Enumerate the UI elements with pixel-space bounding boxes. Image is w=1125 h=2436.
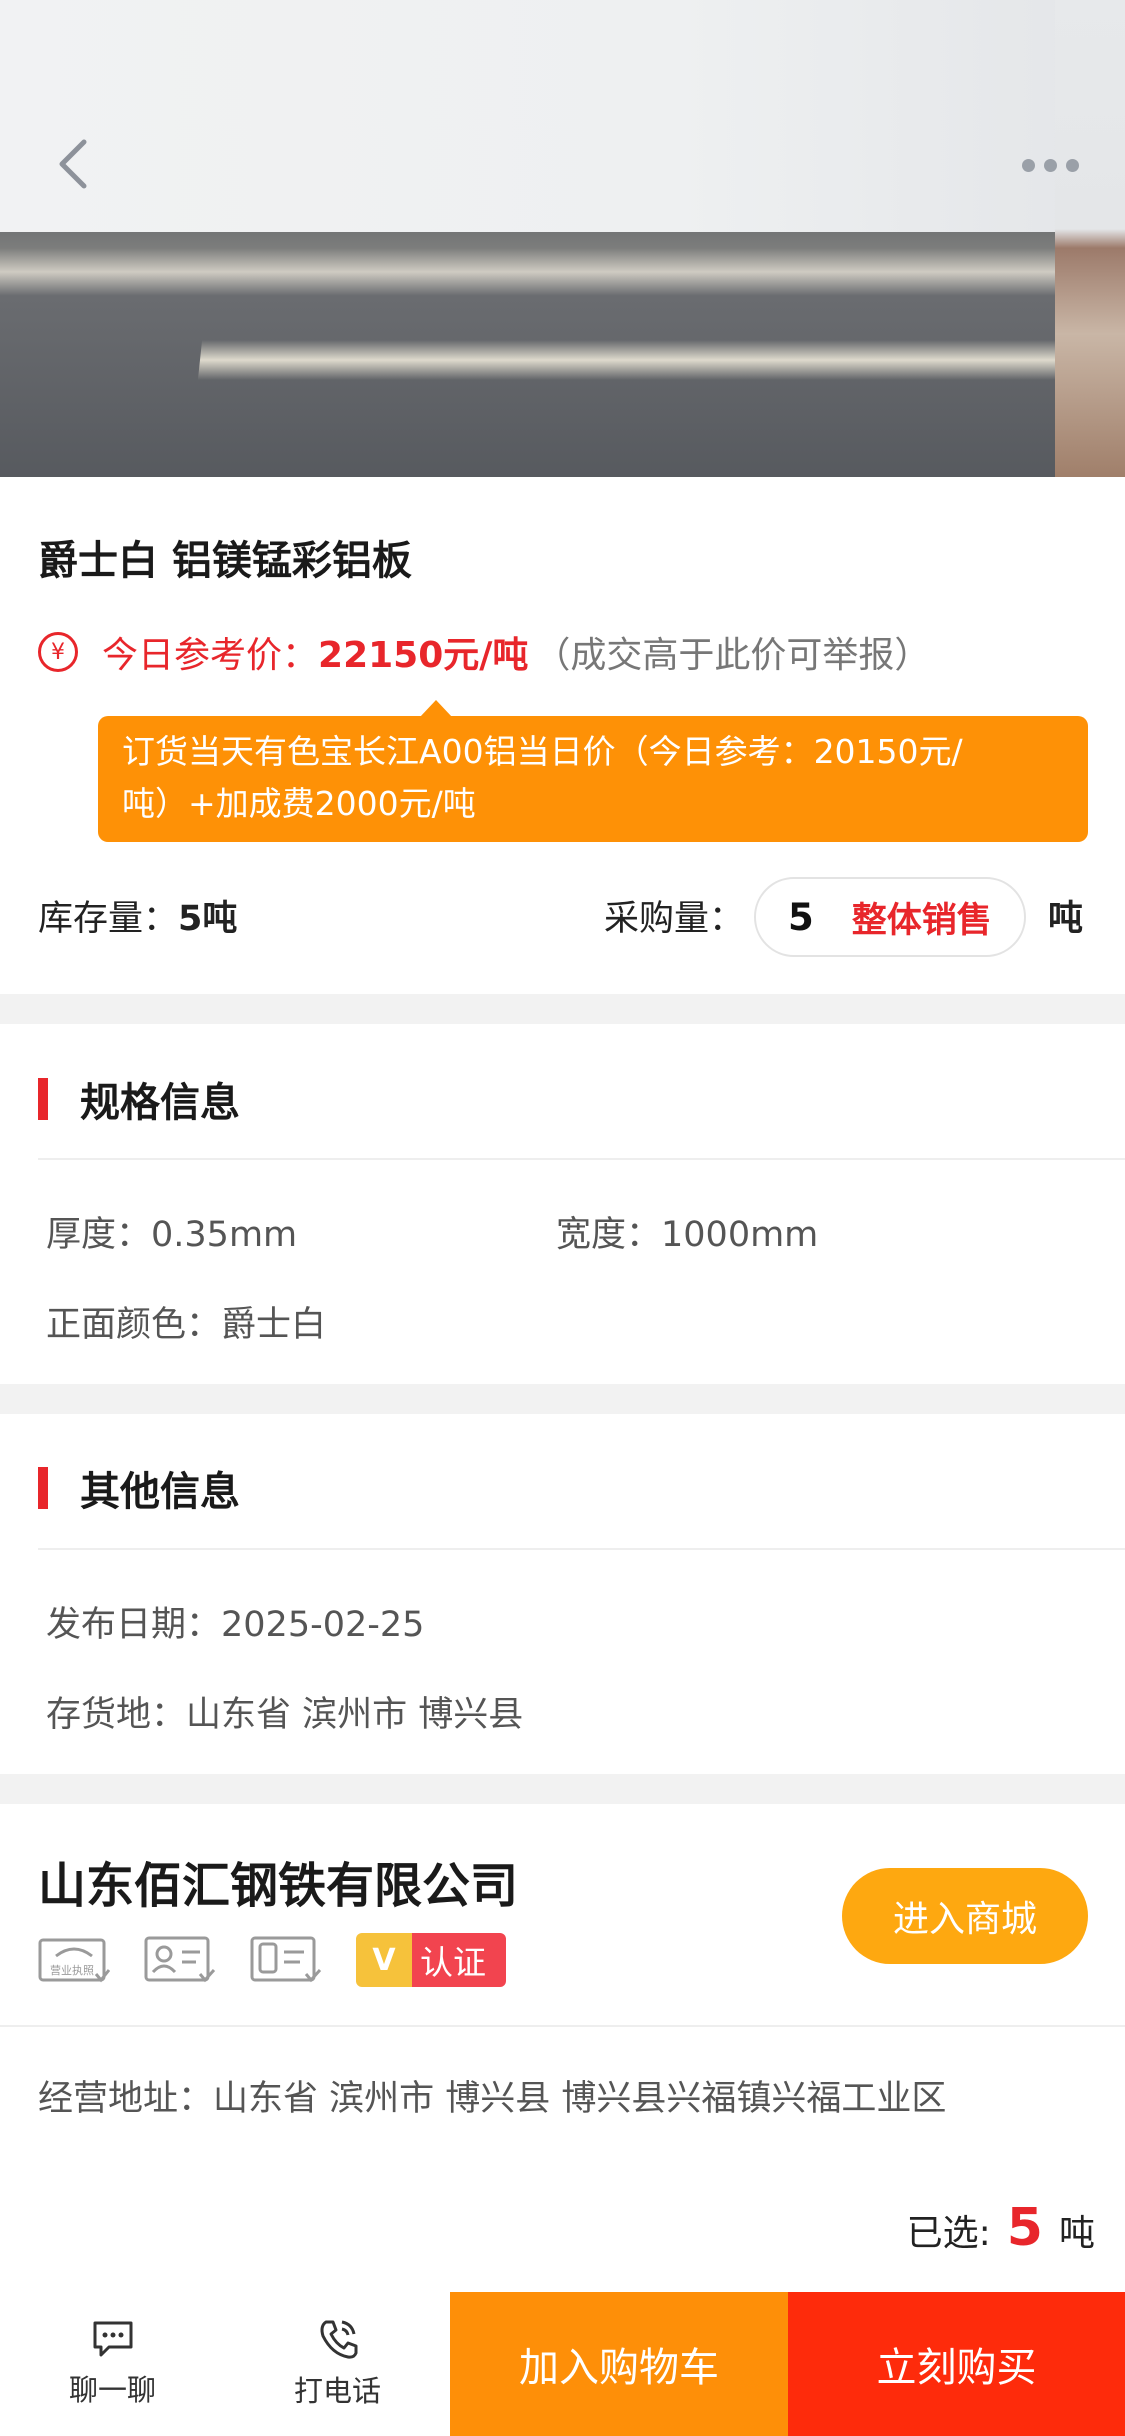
product-image [0, 0, 1125, 477]
price-note: （成交高于此价可举报） [534, 635, 931, 676]
pricing-tip: 订货当天有色宝长江A00铝当日价（今日参考：20150元/ 吨）+加成费2000… [98, 716, 1088, 842]
location-value: 山东省 滨州市 博兴县 [186, 1695, 524, 1735]
selected-count: 5 [1006, 2198, 1043, 2258]
price-label: 今日参考价： [102, 635, 319, 676]
buy-now-button[interactable]: 立刻购买 [788, 2292, 1125, 2436]
width-label: 宽度： [556, 1215, 662, 1255]
location-label: 存货地： [46, 1695, 187, 1735]
divider [38, 1548, 1125, 1550]
chat-button[interactable]: 聊一聊 [0, 2292, 225, 2436]
width-value: 1000mm [661, 1215, 819, 1255]
divider [38, 1158, 1125, 1160]
stock-label: 库存量： [38, 899, 179, 939]
chevron-left-icon [59, 139, 87, 189]
section-gap [0, 994, 1125, 1024]
selected-quantity: 已选: 5 吨 [907, 2198, 1095, 2258]
purchase-qty: 5 [788, 895, 814, 939]
address-value: 山东省 滨州市 博兴县 博兴县兴福镇兴福工业区 [213, 2079, 947, 2119]
id-card-icon [144, 1934, 216, 1986]
enter-shop-button[interactable]: 进入商城 [842, 1868, 1088, 1964]
thickness-label: 厚度： [46, 1215, 152, 1255]
section-gap [0, 1774, 1125, 1804]
selected-unit: 吨 [1058, 2213, 1095, 2254]
selected-label: 已选: [906, 2213, 991, 2254]
business-license-icon: 营业执照 [38, 1934, 111, 1986]
certification-row: 营业执照 V 认证 [38, 1933, 506, 1987]
add-to-cart-button[interactable]: 加入购物车 [450, 2292, 788, 2436]
purchase-quantity-field[interactable]: 5 整体销售 [754, 877, 1026, 957]
back-button[interactable] [40, 124, 106, 204]
product-title: 爵士白 铝镁锰彩铝板 [38, 538, 412, 584]
spec-color: 正面颜色：爵士白 [46, 1296, 326, 1347]
storage-location: 存货地：山东省 滨州市 博兴县 [46, 1686, 523, 1737]
purchase-unit: 吨 [1048, 899, 1084, 939]
chat-label: 聊一聊 [68, 2373, 156, 2407]
license-text: 营业执照 [50, 1963, 94, 1977]
chat-icon [93, 2321, 132, 2357]
phone-icon [320, 2320, 357, 2359]
phone-verified-icon [250, 1934, 322, 1986]
other-section-title: 其他信息 [80, 1469, 240, 1515]
date-label: 发布日期： [46, 1605, 222, 1645]
section-bar [38, 1467, 48, 1509]
company-name[interactable]: 山东佰汇钢铁有限公司 [38, 1846, 518, 1916]
section-bar [38, 1078, 48, 1120]
reference-price-row: ¥ 今日参考价： 22150元/吨 （成交高于此价可举报） [38, 626, 930, 678]
image-right-edge [1055, 0, 1125, 477]
tip-line: 订货当天有色宝长江A00铝当日价（今日参考：20150元/ [122, 732, 963, 771]
spec-thickness: 厚度：0.35mm [46, 1206, 297, 1257]
image-light-strip [197, 340, 1063, 380]
color-value: 爵士白 [221, 1305, 327, 1345]
more-button[interactable] [1005, 140, 1095, 190]
call-label: 打电话 [293, 2374, 381, 2408]
business-address: 经营地址：山东省 滨州市 博兴县 博兴县兴福镇兴福工业区 [38, 2070, 946, 2121]
divider [0, 2025, 1125, 2027]
section-gap [0, 1384, 1125, 1414]
verified-text: 认证 [412, 1933, 506, 1987]
thickness-value: 0.35mm [151, 1215, 298, 1255]
stock-row: 库存量：5吨 [38, 890, 237, 941]
more-dots-icon [1021, 158, 1035, 172]
spec-section-header: 规格信息 [38, 1070, 240, 1128]
bottom-action-bar: 聊一聊 打电话 加入购物车 立刻购买 [0, 2292, 1125, 2436]
yen-icon: ¥ [38, 632, 78, 672]
tip-arrow [420, 700, 452, 717]
product-detail-page: 爵士白 铝镁锰彩铝板 ¥ 今日参考价： 22150元/吨 （成交高于此价可举报）… [0, 0, 1125, 2436]
price-value: 22150元/吨 [318, 635, 529, 676]
color-label: 正面颜色： [46, 1305, 222, 1345]
spec-width: 宽度：1000mm [556, 1206, 818, 1257]
purchase-label: 采购量： [604, 899, 745, 939]
address-label: 经营地址： [38, 2079, 214, 2119]
image-sheet-top [0, 0, 1125, 232]
stock-value: 5吨 [178, 899, 238, 939]
verified-v-icon: V [356, 1933, 412, 1987]
other-section-header: 其他信息 [38, 1459, 240, 1517]
whole-sale-tag: 整体销售 [851, 900, 992, 941]
tip-line: 吨）+加成费2000元/吨 [122, 784, 476, 823]
publish-date: 发布日期：2025-02-25 [46, 1596, 424, 1647]
call-button[interactable]: 打电话 [225, 2292, 450, 2436]
date-value: 2025-02-25 [221, 1605, 425, 1645]
verified-badge: V 认证 [356, 1933, 506, 1987]
spec-section-title: 规格信息 [80, 1080, 240, 1126]
